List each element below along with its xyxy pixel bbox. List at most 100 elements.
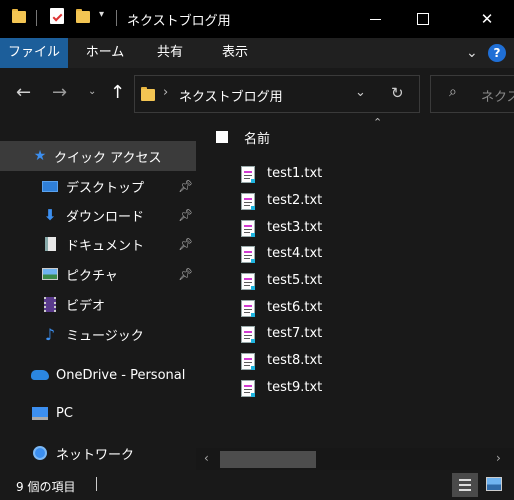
- star-icon: ★: [33, 148, 47, 164]
- expand-ribbon-icon[interactable]: ⌄: [466, 45, 478, 61]
- sidebar-item-documents[interactable]: ドキュメント 📌︎: [0, 229, 196, 259]
- maximize-button[interactable]: [400, 0, 446, 38]
- back-arrow-icon[interactable]: ←: [16, 82, 31, 103]
- tab-file[interactable]: ファイル: [0, 38, 68, 68]
- scroll-left-icon[interactable]: ‹: [204, 451, 209, 465]
- help-icon[interactable]: ?: [488, 44, 506, 62]
- list-item[interactable]: test7.txt: [241, 322, 471, 348]
- file-name: test8.txt: [267, 353, 323, 368]
- quick-access-dropdown-icon[interactable]: ▾: [99, 9, 104, 20]
- sidebar-item-pc[interactable]: PC: [0, 398, 196, 428]
- horizontal-scrollbar[interactable]: ‹ ›: [196, 448, 514, 470]
- list-item[interactable]: test6.txt: [241, 296, 471, 322]
- minimize-icon: [369, 18, 381, 20]
- text-file-icon: [241, 220, 255, 237]
- pin-icon[interactable]: 📌︎: [178, 237, 193, 251]
- refresh-icon[interactable]: ↻: [391, 84, 404, 102]
- scrollbar-thumb[interactable]: [220, 451, 316, 468]
- new-folder-icon[interactable]: [76, 9, 90, 23]
- document-icon: [41, 236, 59, 252]
- sidebar-item-quick-access[interactable]: ★ クイック アクセス: [0, 141, 196, 171]
- pin-icon[interactable]: 📌︎: [178, 267, 193, 281]
- sidebar-item-network[interactable]: ネットワーク: [0, 438, 196, 468]
- pin-icon[interactable]: 📌︎: [178, 179, 193, 193]
- search-input[interactable]: ネクス: [481, 86, 514, 105]
- text-file-icon: [241, 353, 255, 370]
- file-name: test7.txt: [267, 326, 323, 341]
- sidebar-item-label: ピクチャ: [66, 268, 118, 284]
- sidebar-item-label: ネットワーク: [56, 447, 135, 463]
- file-name: test3.txt: [267, 220, 323, 235]
- minimize-button[interactable]: [352, 0, 398, 38]
- list-item[interactable]: test1.txt: [241, 162, 471, 188]
- list-item[interactable]: test4.txt: [241, 242, 471, 268]
- ribbon-tabs: ファイル ホーム 共有 表示 ⌄ ?: [0, 38, 514, 68]
- list-item[interactable]: test8.txt: [241, 349, 471, 375]
- sort-ascending-icon: ⌃: [373, 116, 383, 129]
- title-bar: ▾ ネクストブログ用 ✕: [0, 0, 514, 38]
- tab-share[interactable]: 共有: [146, 38, 194, 68]
- column-header-name[interactable]: 名前: [244, 128, 270, 147]
- sidebar-item-label: ドキュメント: [66, 238, 145, 254]
- list-item[interactable]: test5.txt: [241, 269, 471, 295]
- file-name: test9.txt: [267, 380, 323, 395]
- sidebar-item-label: PC: [56, 405, 73, 421]
- cloud-icon: [31, 367, 49, 383]
- sidebar-item-pictures[interactable]: ピクチャ 📌︎: [0, 259, 196, 289]
- pc-icon: [31, 405, 49, 421]
- list-item[interactable]: test9.txt: [241, 376, 471, 402]
- text-file-icon: [241, 380, 255, 397]
- sidebar-item-label: ビデオ: [66, 298, 106, 314]
- sidebar-item-label: ダウンロード: [66, 209, 145, 225]
- close-icon: ✕: [480, 10, 494, 28]
- maximize-icon: [417, 13, 429, 25]
- file-name: test2.txt: [267, 193, 323, 208]
- navigation-pane: ★ クイック アクセス デスクトップ 📌︎ ⬇ ダウンロード 📌︎ ドキュメント…: [0, 122, 196, 470]
- properties-icon[interactable]: [50, 8, 64, 24]
- address-path[interactable]: ネクストブログ用: [179, 86, 283, 105]
- forward-arrow-icon[interactable]: →: [52, 82, 67, 103]
- up-arrow-icon[interactable]: ↑: [110, 82, 125, 103]
- file-name: test4.txt: [267, 246, 323, 261]
- music-note-icon: ♪: [44, 324, 56, 344]
- list-item[interactable]: test2.txt: [241, 189, 471, 215]
- sidebar-item-label: クイック アクセス: [54, 150, 162, 166]
- folder-icon: [141, 87, 155, 101]
- sidebar-item-downloads[interactable]: ⬇ ダウンロード 📌︎: [0, 200, 196, 230]
- address-dropdown-icon[interactable]: ⌄: [355, 85, 366, 100]
- scroll-right-icon[interactable]: ›: [496, 451, 501, 465]
- status-bar: 9 個の項目: [0, 470, 514, 500]
- list-item[interactable]: test3.txt: [241, 216, 471, 242]
- sidebar-item-label: デスクトップ: [66, 180, 145, 196]
- recent-locations-icon[interactable]: ⌄: [88, 86, 96, 97]
- close-button[interactable]: ✕: [464, 0, 510, 38]
- search-box[interactable]: ⌕ ネクス: [430, 75, 514, 113]
- tab-view[interactable]: 表示: [210, 38, 260, 68]
- network-icon: [31, 445, 49, 461]
- desktop-icon: [41, 178, 59, 194]
- sidebar-item-videos[interactable]: ビデオ: [0, 289, 196, 319]
- text-file-icon: [241, 166, 255, 183]
- item-count: 9 個の項目: [16, 480, 76, 494]
- text-file-icon: [241, 273, 255, 290]
- divider: [116, 10, 117, 26]
- sidebar-item-onedrive[interactable]: OneDrive - Personal: [0, 360, 196, 390]
- breadcrumb-chevron-icon[interactable]: ›: [163, 85, 168, 100]
- search-icon: ⌕: [449, 84, 457, 100]
- file-name: test5.txt: [267, 273, 323, 288]
- text-file-icon: [241, 246, 255, 263]
- text-file-icon: [241, 326, 255, 343]
- text-file-icon: [241, 193, 255, 210]
- window-title: ネクストブログ用: [127, 14, 231, 29]
- tab-home[interactable]: ホーム: [76, 38, 134, 68]
- file-name: test1.txt: [267, 166, 323, 181]
- details-view-button[interactable]: [452, 473, 478, 497]
- sidebar-item-music[interactable]: ♪ ミュージック: [0, 319, 196, 349]
- large-icons-view-icon[interactable]: [486, 477, 502, 491]
- address-bar[interactable]: › ネクストブログ用 ⌄ ↻: [134, 75, 420, 113]
- folder-icon[interactable]: [12, 9, 26, 23]
- file-name: test6.txt: [267, 300, 323, 315]
- pin-icon[interactable]: 📌︎: [178, 208, 193, 222]
- select-all-checkbox[interactable]: [216, 131, 228, 143]
- sidebar-item-desktop[interactable]: デスクトップ 📌︎: [0, 171, 196, 201]
